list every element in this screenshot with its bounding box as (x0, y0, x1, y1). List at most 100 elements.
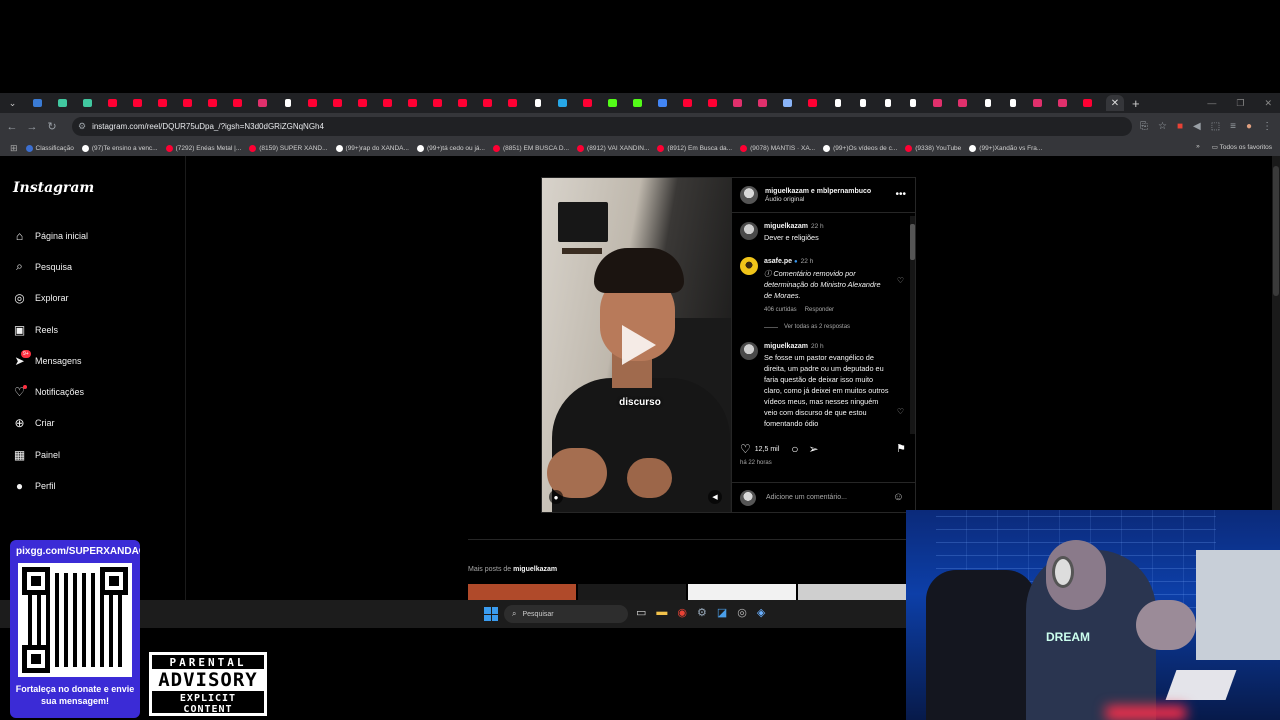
bookmark-item[interactable]: (99+)Os vídeos de c... (823, 144, 897, 152)
forward-icon[interactable]: → (22, 121, 42, 133)
chrome-icon[interactable]: ◉ (677, 606, 687, 619)
bookmark-item[interactable]: (8159) SUPER XAND... (249, 144, 328, 152)
post-thumbnail[interactable] (688, 584, 796, 600)
extensions-icon[interactable]: ⬚ (1211, 121, 1220, 132)
comment-avatar[interactable] (740, 222, 758, 240)
browser-tab-youtube[interactable] (575, 93, 600, 113)
browser-tab-telegram[interactable] (550, 93, 575, 113)
comments-scroll-thumb[interactable] (910, 224, 915, 260)
site-info-icon[interactable]: ⚙ (78, 121, 86, 132)
like-heart-icon[interactable]: ♡ (740, 442, 751, 456)
comment-bubble-icon[interactable]: ○ (791, 442, 798, 456)
sidebar-item-heart[interactable]: ♡ Notificações (12, 376, 88, 407)
reading-list-icon[interactable]: ≡ (1230, 121, 1236, 132)
post-thumbnail[interactable] (798, 584, 906, 600)
browser-tab-youtube[interactable] (225, 93, 250, 113)
browser-tab-youtube[interactable] (500, 93, 525, 113)
reel-video[interactable]: discurso ● ◀ (542, 178, 731, 512)
reply-button[interactable]: Responder (805, 307, 834, 313)
bookmark-item[interactable]: (7292) Enéas Metal |... (165, 144, 241, 152)
page-scroll-thumb[interactable] (1273, 166, 1279, 296)
bookmark-item[interactable]: (99+)rap do XANDÃ... (335, 144, 409, 152)
add-comment-input[interactable]: Adicione um comentário... (766, 494, 847, 501)
browser-tab-youtube[interactable] (175, 93, 200, 113)
all-favorites-folder[interactable]: ▭ Todos os favoritos (1212, 143, 1272, 151)
browser-tab-youtube[interactable] (150, 93, 175, 113)
comment-likes[interactable]: 406 curtidas (764, 307, 797, 313)
task-view-icon[interactable]: ▭ (636, 606, 646, 619)
url-field[interactable]: ⚙ instagram.com/reel/DQUR75uDpa_/?igsh=N… (72, 117, 1132, 136)
steam-icon[interactable]: ◈ (757, 606, 765, 619)
post-thumbnail[interactable] (578, 584, 686, 600)
profile-avatar-icon[interactable]: ● (1246, 121, 1252, 132)
browser-tab-instagram[interactable] (725, 93, 750, 113)
comment-user[interactable]: asafe.pe (764, 258, 792, 265)
menu-kebab-icon[interactable]: ⋮ (1262, 121, 1272, 132)
browser-tab-tiktok[interactable] (975, 93, 1000, 113)
sidebar-item-chart[interactable]: ▦ Painel (12, 439, 88, 470)
sidebar-item-messenger[interactable]: ➤ 9+ Mensagens (12, 345, 88, 376)
sidebar-item-compass[interactable]: ◎ Explorar (12, 283, 88, 314)
more-options-icon[interactable]: ••• (895, 189, 906, 200)
bookmark-star-icon[interactable]: ☆ (1158, 121, 1167, 132)
emoji-icon[interactable]: ☺ (893, 491, 904, 503)
browser-tab-tiktok[interactable] (825, 93, 850, 113)
obs-icon[interactable]: ◎ (737, 606, 747, 619)
browser-tab-tiktok[interactable] (1000, 93, 1025, 113)
browser-tab-youtube[interactable] (675, 93, 700, 113)
sidebar-item-reels[interactable]: ▣ Reels (12, 314, 88, 345)
bookmark-item[interactable]: (8851) EM BUSCA D... (492, 144, 569, 152)
sidebar-item-home[interactable]: ⌂ Página inicial (12, 220, 88, 251)
browser-tab-instagram[interactable] (250, 93, 275, 113)
browser-tab-google[interactable] (650, 93, 675, 113)
browser-tab-youtube[interactable] (425, 93, 450, 113)
like-count[interactable]: 12,5 mil (755, 446, 780, 453)
settings-icon[interactable]: ⚙ (697, 606, 707, 619)
bookmark-item[interactable]: (8912) Em Busca da... (657, 144, 732, 152)
post-authors[interactable]: miguelkazam e mblpernambuco (765, 188, 871, 195)
start-button-icon[interactable] (484, 607, 498, 621)
author-avatar[interactable] (740, 186, 758, 204)
bookmarks-more-icon[interactable]: » (1196, 143, 1200, 151)
browser-tab-youtube[interactable] (400, 93, 425, 113)
bookmark-item[interactable]: (8912) VAI XANDIN... (577, 144, 649, 152)
file-explorer-icon[interactable]: ▬ (656, 606, 667, 619)
view-replies[interactable]: Ver todas as 2 respostas (732, 324, 914, 330)
capture-app-icon[interactable]: ◪ (717, 606, 727, 619)
browser-tab-dev[interactable] (50, 93, 75, 113)
browser-tab-tiktok[interactable] (875, 93, 900, 113)
install-app-icon[interactable]: ⎘ (1140, 121, 1148, 132)
browser-tab-youtube[interactable] (100, 93, 125, 113)
bookmark-item[interactable]: (97)Te ensino a venc... (81, 144, 158, 152)
browser-tab-youtube[interactable] (1075, 93, 1100, 113)
comment-like-icon[interactable]: ♡ (897, 275, 904, 286)
browser-tab-kick[interactable] (625, 93, 650, 113)
browser-tab-youtube[interactable] (475, 93, 500, 113)
browser-tab-instagram[interactable] (950, 93, 975, 113)
browser-tab-youtube[interactable] (325, 93, 350, 113)
close-window-icon[interactable]: ✕ (1264, 98, 1272, 109)
browser-tab-instagram[interactable] (1025, 93, 1050, 113)
tab-search-button[interactable]: ⌄ (0, 93, 25, 113)
comment-user[interactable]: miguelkazam (764, 223, 808, 230)
comment-like-icon[interactable]: ♡ (897, 406, 904, 417)
maximize-icon[interactable]: ❐ (1236, 98, 1244, 109)
audio-label[interactable]: Áudio original (765, 196, 871, 203)
share-icon[interactable]: ➢ (809, 442, 819, 456)
browser-tab-dev[interactable] (75, 93, 100, 113)
new-tab-icon[interactable]: + (1132, 96, 1140, 111)
browser-tab-youtube[interactable] (200, 93, 225, 113)
browser-tab-youtube[interactable] (350, 93, 375, 113)
tagged-users-icon[interactable]: ● (549, 490, 563, 504)
browser-tab-edge[interactable] (25, 93, 50, 113)
comment-avatar[interactable] (740, 342, 758, 360)
bookmark-item[interactable]: (9078) MANTIS · XA... (740, 144, 815, 152)
comment-avatar[interactable] (740, 257, 758, 275)
browser-tab-tiktok[interactable] (525, 93, 550, 113)
minimize-icon[interactable]: — (1207, 98, 1216, 108)
bookmark-item[interactable]: (99+)Xandão vs Fra... (969, 144, 1042, 152)
sidebar-item-search[interactable]: ⌕ Pesquisa (12, 251, 88, 282)
browser-tab-youtube[interactable] (450, 93, 475, 113)
browser-tab-youtube[interactable] (375, 93, 400, 113)
comments-scrollbar[interactable] (910, 216, 915, 434)
